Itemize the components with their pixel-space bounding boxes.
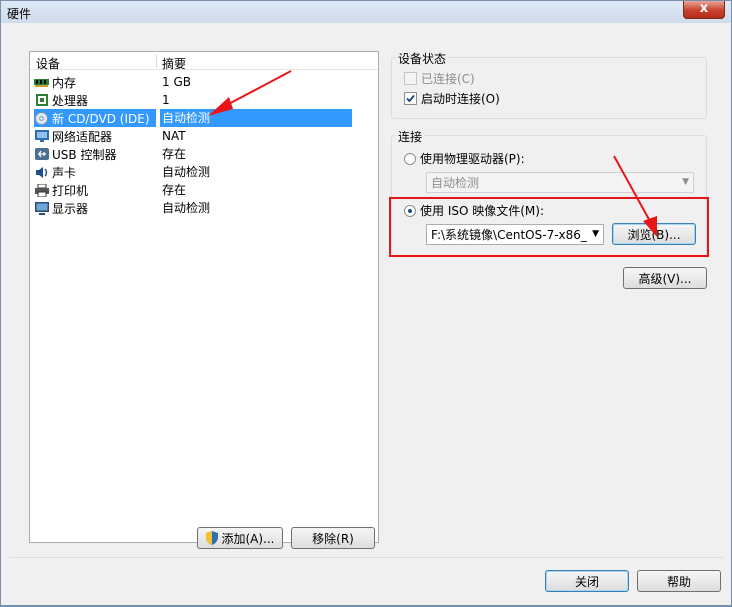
device-name: 新 CD/DVD (IDE) xyxy=(52,111,150,126)
device-row-sound[interactable]: 声卡 自动检测 xyxy=(30,163,378,181)
device-name: 处理器 xyxy=(52,93,89,108)
sound-icon xyxy=(34,166,49,178)
cd-dvd-icon xyxy=(34,111,49,125)
close-button[interactable]: 关闭 xyxy=(545,570,629,592)
title-bar: 硬件 x xyxy=(1,1,731,23)
uac-shield-icon xyxy=(206,531,219,545)
device-summary: 自动检测 xyxy=(162,201,211,215)
physical-drive-value: 自动检测 xyxy=(431,176,480,190)
hardware-dialog: 硬件 x 设备 摘要 内存 1 GB 处理器 1 新 CD/DVD (IDE) … xyxy=(0,0,732,606)
device-row-display[interactable]: 显示器 自动检测 xyxy=(30,199,378,217)
column-header-summary[interactable]: 摘要 xyxy=(162,55,186,72)
processor-icon xyxy=(34,94,49,106)
device-summary: 1 GB xyxy=(162,75,191,89)
column-separator[interactable] xyxy=(156,54,157,68)
connect-at-power-on-label: 启动时连接(O) xyxy=(421,92,500,106)
usb-icon xyxy=(34,148,49,160)
physical-drive-label: 使用物理驱动器(P): xyxy=(420,152,525,166)
advanced-button[interactable]: 高级(V)... xyxy=(623,267,707,289)
connected-checkbox-box[interactable] xyxy=(404,72,417,85)
physical-drive-radio-circle[interactable] xyxy=(404,152,416,165)
device-rows: 内存 1 GB 处理器 1 新 CD/DVD (IDE) 自动检测 网络适配器 … xyxy=(30,73,378,217)
network-adapter-icon xyxy=(34,130,49,142)
list-header: 设备 摘要 xyxy=(30,52,378,72)
device-summary: 存在 xyxy=(162,183,187,197)
device-name: 声卡 xyxy=(52,165,77,180)
connection-title: 连接 xyxy=(396,128,425,145)
footer-divider xyxy=(9,557,723,558)
device-name: 打印机 xyxy=(52,183,89,198)
add-device-button[interactable]: 添加(A)... xyxy=(197,527,283,549)
device-name: 显示器 xyxy=(52,201,89,216)
connect-at-power-on-box[interactable] xyxy=(404,92,417,105)
annotation-highlight-box xyxy=(389,197,709,257)
column-header-device[interactable]: 设备 xyxy=(36,55,60,72)
connected-checkbox[interactable]: 已连接(C) xyxy=(404,70,475,87)
remove-device-button[interactable]: 移除(R) xyxy=(291,527,375,549)
add-device-label: 添加(A)... xyxy=(221,531,275,546)
device-summary: 自动检测 xyxy=(162,165,211,179)
device-summary: 1 xyxy=(162,93,170,107)
physical-drive-select[interactable]: 自动检测 ▼ xyxy=(426,172,694,193)
help-button[interactable]: 帮助 xyxy=(637,570,721,592)
physical-drive-radio[interactable]: 使用物理驱动器(P): xyxy=(404,150,525,167)
dialog-body: 设备 摘要 内存 1 GB 处理器 1 新 CD/DVD (IDE) 自动检测 … xyxy=(9,27,723,599)
device-row-usb[interactable]: USB 控制器 存在 xyxy=(30,145,378,163)
device-row-network[interactable]: 网络适配器 NAT xyxy=(30,127,378,145)
device-status-title: 设备状态 xyxy=(396,50,449,67)
dropdown-arrow-icon: ▼ xyxy=(682,177,689,187)
memory-icon xyxy=(34,76,49,88)
device-name: 网络适配器 xyxy=(52,129,113,144)
device-name: USB 控制器 xyxy=(52,147,117,162)
device-name: 内存 xyxy=(52,75,77,90)
window-title: 硬件 xyxy=(7,7,32,21)
device-row-processor[interactable]: 处理器 1 xyxy=(30,91,378,109)
checkmark-icon xyxy=(406,94,415,103)
device-status-group: 设备状态 已连接(C) 启动时连接(O) xyxy=(391,50,707,119)
connect-at-power-on-checkbox[interactable]: 启动时连接(O) xyxy=(404,90,500,107)
device-row-cd-dvd[interactable]: 新 CD/DVD (IDE) 自动检测 xyxy=(30,109,378,127)
device-list[interactable]: 设备 摘要 内存 1 GB 处理器 1 新 CD/DVD (IDE) 自动检测 … xyxy=(29,51,379,543)
device-row-printer[interactable]: 打印机 存在 xyxy=(30,181,378,199)
printer-icon xyxy=(34,183,49,197)
device-summary: NAT xyxy=(162,129,186,143)
device-summary: 存在 xyxy=(162,147,187,161)
display-icon xyxy=(34,201,49,215)
connected-label: 已连接(C) xyxy=(421,72,475,86)
device-row-memory[interactable]: 内存 1 GB xyxy=(30,73,378,91)
device-summary: 自动检测 xyxy=(160,109,352,127)
close-window-button[interactable]: x xyxy=(683,1,725,19)
